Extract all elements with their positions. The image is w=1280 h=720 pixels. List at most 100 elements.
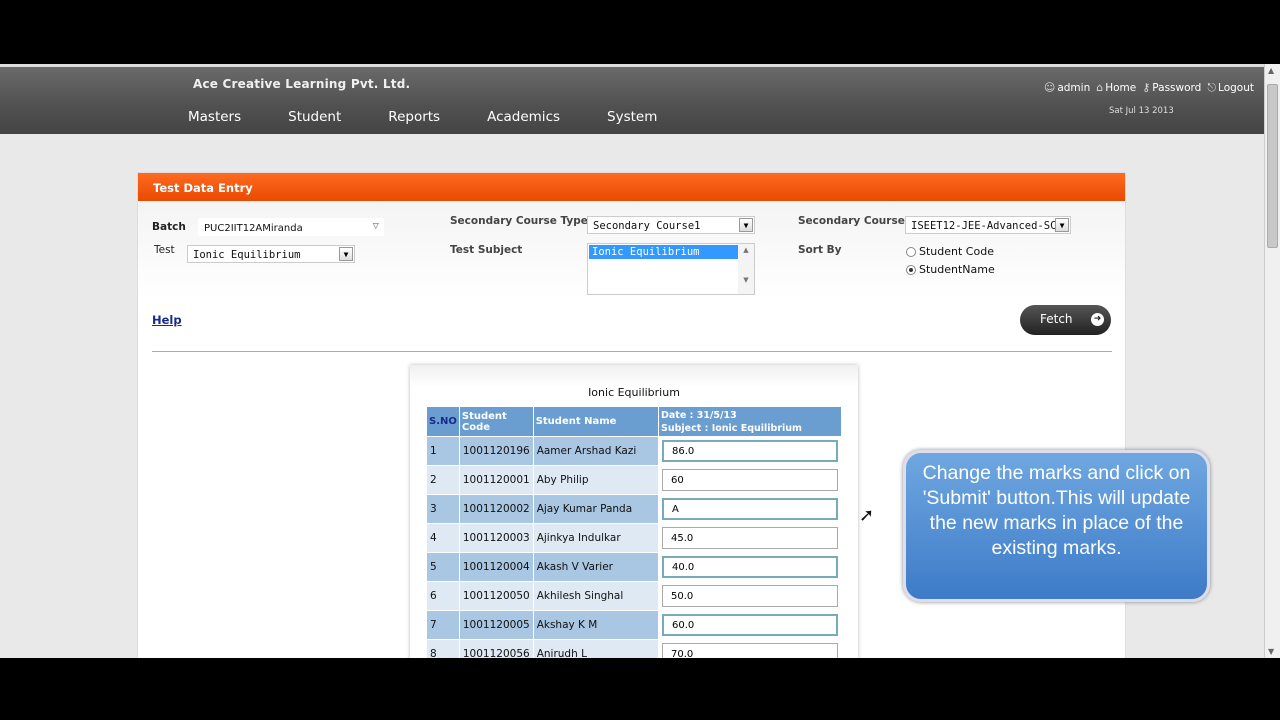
table-row: 1 1001120196 Aamer Arshad Kazi [426, 436, 842, 466]
mark-input[interactable] [662, 498, 838, 520]
fetch-button[interactable]: Fetch ➜ [1020, 305, 1111, 335]
batch-field[interactable]: PUC2IIT12AMiranda ▽ [198, 218, 384, 236]
logout-link[interactable]: ⎋ Logout [1207, 81, 1254, 95]
cell-name: Akhilesh Singhal [532, 581, 660, 611]
menu-reports[interactable]: Reports [388, 109, 440, 125]
marks-table: S.NO Student Code Student Name Date : 31… [426, 406, 842, 658]
filter-icon[interactable]: ▽ [373, 220, 379, 232]
divider [152, 351, 1112, 352]
batch-label: Batch [152, 221, 186, 233]
sort-student-code-radio[interactable]: Student Code [906, 245, 994, 258]
cell-name: Akash V Varier [532, 552, 660, 582]
scroll-thumb[interactable] [1267, 84, 1278, 248]
cell-name: Anirudh L [532, 639, 660, 658]
cell-mark [658, 610, 842, 640]
table-row: 3 1001120002 Ajay Kumar Panda [426, 494, 842, 524]
cell-code: 1001120002 [458, 494, 534, 524]
password-link[interactable]: ⚷ Password [1142, 81, 1201, 95]
cell-code: 1001120050 [458, 581, 534, 611]
cell-mark [658, 494, 842, 524]
cell-sno: 4 [426, 523, 460, 553]
radio-off-icon[interactable] [906, 246, 916, 257]
admin-link[interactable]: ☺ admin [1044, 81, 1090, 95]
table-row: 5 1001120004 Akash V Varier [426, 552, 842, 582]
test-label: Test [154, 244, 175, 256]
cell-name: Ajay Kumar Panda [532, 494, 660, 524]
header-student-code: Student Code [458, 406, 534, 437]
table-row: 4 1001120003 Ajinkya Indulkar [426, 523, 842, 553]
cell-code: 1001120001 [458, 465, 534, 495]
radio-on-icon[interactable] [906, 264, 916, 275]
cell-name: Ajinkya Indulkar [532, 523, 660, 553]
test-subject-listbox[interactable]: Ionic Equilibrium ▲ ▼ [587, 243, 755, 295]
cell-sno: 5 [426, 552, 460, 582]
mark-input[interactable] [662, 440, 838, 462]
browser-viewport: Ace Creative Learning Pvt. Ltd. Masters … [0, 64, 1280, 658]
scroll-down-icon[interactable]: ▼ [1268, 647, 1274, 656]
cell-code: 1001120005 [458, 610, 534, 640]
cell-sno: 8 [426, 639, 460, 658]
mark-input[interactable] [662, 614, 838, 636]
table-row: 2 1001120001 Aby Philip [426, 465, 842, 495]
cell-name: Akshay K M [532, 610, 660, 640]
chevron-down-icon[interactable]: ▼ [339, 247, 353, 261]
test-subject-label: Test Subject [450, 244, 523, 256]
cell-name: Aby Philip [532, 465, 660, 495]
current-date: Sat Jul 13 2013 [1109, 106, 1174, 116]
secondary-course-select[interactable]: ISEET12-JEE-Advanced-SC1 ▼ [905, 216, 1071, 234]
cell-code: 1001120196 [458, 436, 534, 466]
cell-sno: 7 [426, 610, 460, 640]
test-select[interactable]: Ionic Equilibrium ▼ [187, 245, 355, 263]
cell-mark [658, 436, 842, 466]
cell-sno: 1 [426, 436, 460, 466]
test-subject-option[interactable]: Ionic Equilibrium [589, 245, 739, 259]
cell-name: Aamer Arshad Kazi [532, 436, 660, 466]
menu-masters[interactable]: Masters [188, 109, 241, 125]
user-icon: ☺ [1043, 81, 1056, 94]
scroll-up-icon[interactable]: ▲ [1268, 66, 1274, 75]
listbox-scrollbar[interactable]: ▲ ▼ [738, 244, 754, 294]
mark-input[interactable] [662, 469, 838, 491]
page-scrollbar[interactable]: ▲ ▼ [1264, 64, 1280, 658]
arrow-right-icon: ➜ [1091, 313, 1104, 326]
cell-mark [658, 639, 842, 658]
sort-by-label: Sort By [798, 244, 842, 256]
panel-title: Test Data Entry [138, 173, 1125, 201]
secondary-course-label: Secondary Course [798, 215, 905, 227]
header-date-subject: Date : 31/5/13 Subject : Ionic Equilibri… [658, 406, 842, 437]
mouse-cursor-icon: ➚ [859, 505, 875, 526]
menu-system[interactable]: System [607, 109, 657, 125]
secondary-course-type-select[interactable]: Secondary Course1 ▼ [587, 216, 755, 234]
menu-student[interactable]: Student [288, 109, 341, 125]
cell-code: 1001120056 [458, 639, 534, 658]
header-sno: S.NO [426, 406, 460, 437]
help-link[interactable]: Help [152, 313, 182, 327]
main-menu: Masters Student Reports Academics System [188, 109, 704, 125]
menu-academics[interactable]: Academics [487, 109, 560, 125]
cell-mark [658, 465, 842, 495]
grid-title: Ionic Equilibrium [588, 386, 680, 399]
cell-code: 1001120004 [458, 552, 534, 582]
home-icon: ⌂ [1096, 81, 1104, 94]
home-link[interactable]: ⌂ Home [1096, 81, 1136, 95]
table-row: 8 1001120056 Anirudh L [426, 639, 842, 658]
table-row: 6 1001120050 Akhilesh Singhal [426, 581, 842, 611]
mark-input[interactable] [662, 585, 838, 607]
mark-input[interactable] [662, 527, 838, 549]
header-student-name: Student Name [532, 406, 660, 437]
mark-input[interactable] [662, 643, 838, 658]
table-header-row: S.NO Student Code Student Name Date : 31… [426, 406, 842, 437]
table-row: 7 1001120005 Akshay K M [426, 610, 842, 640]
top-header: Ace Creative Learning Pvt. Ltd. Masters … [0, 64, 1264, 134]
filter-form: Batch PUC2IIT12AMiranda ▽ Test Ionic Equ… [138, 201, 1125, 301]
instruction-callout: Change the marks and click on 'Submit' b… [903, 450, 1210, 602]
cell-sno: 3 [426, 494, 460, 524]
mark-input[interactable] [662, 556, 838, 578]
logout-icon: ⎋ [1207, 81, 1217, 94]
chevron-down-icon[interactable]: ▼ [739, 218, 753, 232]
key-icon: ⚷ [1142, 81, 1151, 94]
cell-mark [658, 523, 842, 553]
chevron-down-icon[interactable]: ▼ [1055, 218, 1069, 232]
sort-student-name-radio[interactable]: StudentName [906, 263, 995, 276]
cell-mark [658, 552, 842, 582]
